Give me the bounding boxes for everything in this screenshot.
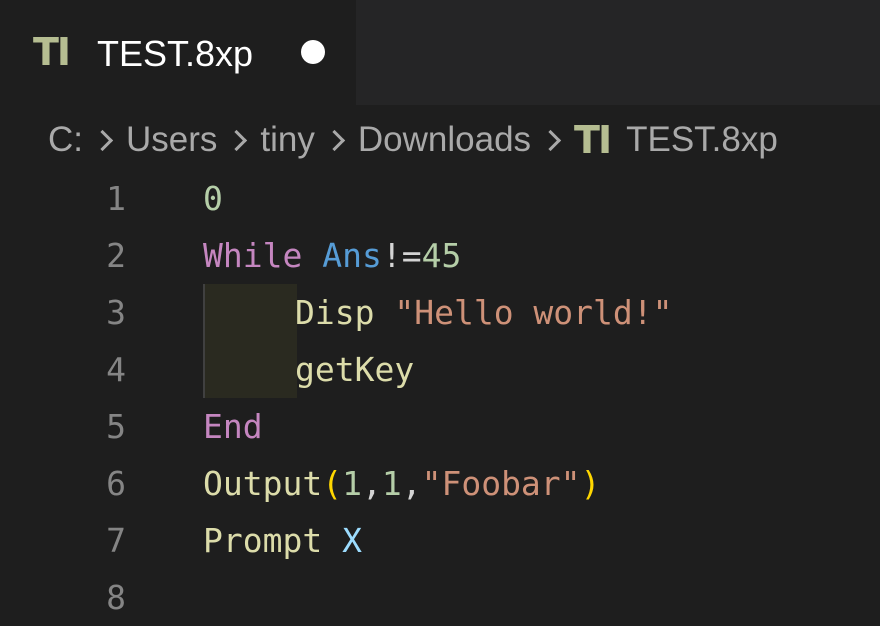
code-line[interactable]: 5 End — [0, 398, 880, 455]
line-number: 1 — [106, 179, 126, 218]
breadcrumb-item-tiny[interactable]: tiny — [260, 120, 314, 160]
code-line[interactable]: 8 — [0, 569, 880, 626]
code-token: While — [203, 236, 303, 275]
code-token: End — [203, 407, 263, 446]
code-token: Disp — [295, 293, 375, 332]
code-text: getKey — [203, 341, 414, 398]
code-token: Ans — [322, 236, 382, 275]
code-token: ) — [580, 464, 601, 503]
ti-file-icon: TI — [33, 30, 71, 74]
breadcrumb: C: Users tiny Downloads TI TEST.8xp — [48, 116, 778, 164]
tab-bar: TI TEST.8xp — [0, 0, 880, 105]
code-token: 45 — [421, 236, 462, 275]
code-token: ( — [322, 464, 343, 503]
code-token: Prompt — [203, 521, 323, 560]
code-text: Disp "Hello world!" — [203, 284, 673, 341]
breadcrumb-item-users[interactable]: Users — [126, 120, 217, 160]
ti-file-icon: TI — [574, 118, 612, 162]
code-text: 0 — [203, 170, 223, 227]
chevron-right-icon — [539, 129, 562, 151]
tab-test-8xp[interactable]: TI TEST.8xp — [0, 0, 356, 105]
code-text: While Ans!=45 — [203, 227, 461, 284]
code-text: Output(1,1,"Foobar") — [203, 455, 600, 512]
code-line[interactable]: 3 Disp "Hello world!" — [0, 284, 880, 341]
code-token: X — [342, 521, 362, 560]
line-number: 4 — [106, 350, 126, 389]
code-line[interactable]: 10 — [0, 170, 880, 227]
code-line[interactable]: 6 Output(1,1,"Foobar") — [0, 455, 880, 512]
chevron-right-icon — [91, 129, 114, 151]
line-number: 6 — [106, 464, 126, 503]
code-line[interactable]: 4 getKey — [0, 341, 880, 398]
code-line[interactable]: 7 Prompt X — [0, 512, 880, 569]
code-token: 1 — [381, 464, 402, 503]
code-token: "Foobar" — [421, 464, 581, 503]
code-text: End — [203, 398, 263, 455]
chevron-right-icon — [323, 129, 345, 151]
tab-title: TEST.8xp — [97, 33, 254, 74]
line-number: 8 — [106, 578, 126, 617]
unsaved-dot-icon[interactable] — [301, 40, 325, 64]
line-number: 5 — [106, 407, 126, 446]
line-number: 7 — [106, 521, 126, 560]
breadcrumb-item-drive[interactable]: C: — [48, 120, 83, 160]
code-token: , — [361, 464, 382, 503]
code-line[interactable]: 2 While Ans!=45 — [0, 227, 880, 284]
line-number: 3 — [106, 293, 126, 332]
chevron-right-icon — [226, 129, 248, 151]
code-token: 1 — [342, 464, 362, 503]
code-token: getKey — [295, 350, 415, 389]
breadcrumb-item-file[interactable]: TEST.8xp — [626, 120, 778, 160]
line-number: 2 — [106, 236, 126, 275]
code-text: Prompt X — [203, 512, 362, 569]
code-token: "Hello world!" — [394, 293, 673, 332]
code-editor[interactable]: 1 0 2 While Ans!=45 3 Disp "Hello world!" 4 get… — [0, 170, 880, 617]
code-token: 0 — [203, 179, 223, 218]
code-token: Output — [203, 464, 323, 503]
breadcrumb-item-downloads[interactable]: Downloads — [358, 120, 531, 160]
code-token: != — [381, 236, 422, 275]
code-token: , — [401, 464, 422, 503]
